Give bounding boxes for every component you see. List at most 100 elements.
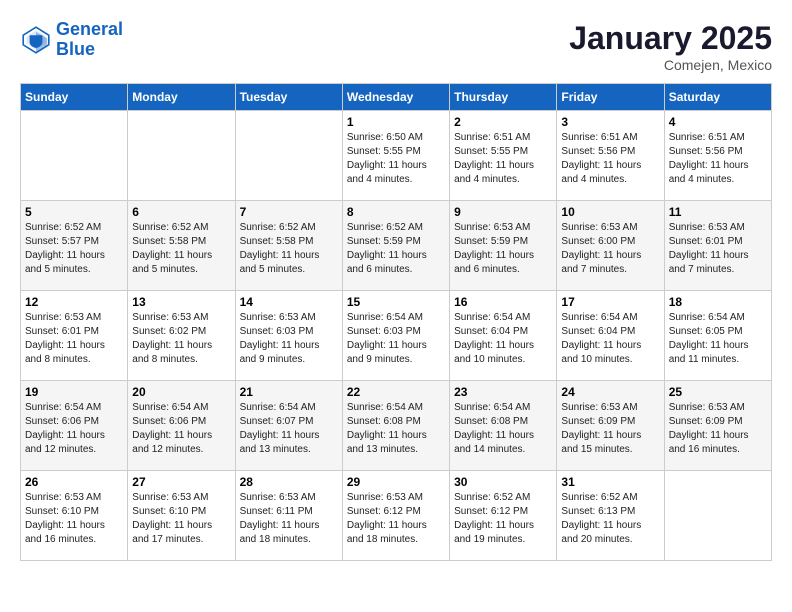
day-number: 9 [454, 205, 552, 219]
calendar-cell: 24 Sunrise: 6:53 AM Sunset: 6:09 PM Dayli… [557, 381, 664, 471]
day-info: Sunrise: 6:51 AM Sunset: 5:56 PM Dayligh… [669, 131, 767, 187]
calendar-cell: 8 Sunrise: 6:52 AM Sunset: 5:59 PM Daylig… [342, 201, 449, 291]
day-number: 13 [132, 295, 230, 309]
weekday-header-tuesday: Tuesday [235, 84, 342, 111]
day-info: Sunrise: 6:52 AM Sunset: 6:13 PM Dayligh… [561, 491, 659, 547]
day-info: Sunrise: 6:53 AM Sunset: 6:02 PM Dayligh… [132, 311, 230, 367]
calendar-cell: 21 Sunrise: 6:54 AM Sunset: 6:07 PM Dayli… [235, 381, 342, 471]
calendar-cell: 2 Sunrise: 6:51 AM Sunset: 5:55 PM Daylig… [450, 111, 557, 201]
weekday-header-wednesday: Wednesday [342, 84, 449, 111]
day-info: Sunrise: 6:51 AM Sunset: 5:56 PM Dayligh… [561, 131, 659, 187]
day-info: Sunrise: 6:54 AM Sunset: 6:03 PM Dayligh… [347, 311, 445, 367]
day-number: 27 [132, 475, 230, 489]
day-number: 18 [669, 295, 767, 309]
calendar-cell: 31 Sunrise: 6:52 AM Sunset: 6:13 PM Dayli… [557, 471, 664, 561]
day-number: 24 [561, 385, 659, 399]
calendar-cell: 18 Sunrise: 6:54 AM Sunset: 6:05 PM Dayli… [664, 291, 771, 381]
logo-text: General Blue [56, 20, 123, 60]
calendar-cell: 6 Sunrise: 6:52 AM Sunset: 5:58 PM Daylig… [128, 201, 235, 291]
calendar-cell: 5 Sunrise: 6:52 AM Sunset: 5:57 PM Daylig… [21, 201, 128, 291]
calendar-cell: 10Sunrise: 6:53 AM Sunset: 6:00 PM Dayli… [557, 201, 664, 291]
calendar-cell: 26 Sunrise: 6:53 AM Sunset: 6:10 PM Dayli… [21, 471, 128, 561]
weekday-header-thursday: Thursday [450, 84, 557, 111]
calendar-cell: 1 Sunrise: 6:50 AM Sunset: 5:55 PM Daylig… [342, 111, 449, 201]
calendar-cell: 22Sunrise: 6:54 AM Sunset: 6:08 PM Dayli… [342, 381, 449, 471]
day-info: Sunrise: 6:53 AM Sunset: 6:03 PM Dayligh… [240, 311, 338, 367]
day-number: 1 [347, 115, 445, 129]
calendar-cell: 9 Sunrise: 6:53 AM Sunset: 5:59 PM Daylig… [450, 201, 557, 291]
calendar-cell: 3 Sunrise: 6:51 AM Sunset: 5:56 PM Daylig… [557, 111, 664, 201]
calendar-cell: 4Sunrise: 6:51 AM Sunset: 5:56 PM Daylig… [664, 111, 771, 201]
day-number: 19 [25, 385, 123, 399]
week-row-3: 12 Sunrise: 6:53 AM Sunset: 6:01 PM Dayli… [21, 291, 772, 381]
calendar-cell [128, 111, 235, 201]
day-info: Sunrise: 6:51 AM Sunset: 5:55 PM Dayligh… [454, 131, 552, 187]
weekday-header-friday: Friday [557, 84, 664, 111]
day-info: Sunrise: 6:53 AM Sunset: 6:00 PM Dayligh… [561, 221, 659, 277]
day-number: 7 [240, 205, 338, 219]
calendar-cell: 14Sunrise: 6:53 AM Sunset: 6:03 PM Dayli… [235, 291, 342, 381]
weekday-header-row: SundayMondayTuesdayWednesdayThursdayFrid… [21, 84, 772, 111]
day-number: 3 [561, 115, 659, 129]
calendar-cell: 29Sunrise: 6:53 AM Sunset: 6:12 PM Dayli… [342, 471, 449, 561]
day-info: Sunrise: 6:50 AM Sunset: 5:55 PM Dayligh… [347, 131, 445, 187]
day-info: Sunrise: 6:54 AM Sunset: 6:04 PM Dayligh… [454, 311, 552, 367]
day-info: Sunrise: 6:54 AM Sunset: 6:06 PM Dayligh… [25, 401, 123, 457]
week-row-2: 5 Sunrise: 6:52 AM Sunset: 5:57 PM Daylig… [21, 201, 772, 291]
day-info: Sunrise: 6:54 AM Sunset: 6:07 PM Dayligh… [240, 401, 338, 457]
day-number: 11 [669, 205, 767, 219]
calendar-cell: 28 Sunrise: 6:53 AM Sunset: 6:11 PM Dayli… [235, 471, 342, 561]
day-info: Sunrise: 6:53 AM Sunset: 6:10 PM Dayligh… [132, 491, 230, 547]
title-block: January 2025 Comejen, Mexico [569, 20, 772, 73]
day-info: Sunrise: 6:54 AM Sunset: 6:04 PM Dayligh… [561, 311, 659, 367]
week-row-4: 19 Sunrise: 6:54 AM Sunset: 6:06 PM Dayli… [21, 381, 772, 471]
day-info: Sunrise: 6:52 AM Sunset: 5:59 PM Dayligh… [347, 221, 445, 277]
week-row-5: 26 Sunrise: 6:53 AM Sunset: 6:10 PM Dayli… [21, 471, 772, 561]
calendar-cell: 15 Sunrise: 6:54 AM Sunset: 6:03 PM Dayli… [342, 291, 449, 381]
day-info: Sunrise: 6:52 AM Sunset: 5:58 PM Dayligh… [240, 221, 338, 277]
calendar-table: SundayMondayTuesdayWednesdayThursdayFrid… [20, 83, 772, 561]
day-info: Sunrise: 6:52 AM Sunset: 5:58 PM Dayligh… [132, 221, 230, 277]
day-info: Sunrise: 6:54 AM Sunset: 6:06 PM Dayligh… [132, 401, 230, 457]
calendar-cell: 11Sunrise: 6:53 AM Sunset: 6:01 PM Dayli… [664, 201, 771, 291]
day-info: Sunrise: 6:53 AM Sunset: 6:09 PM Dayligh… [669, 401, 767, 457]
calendar-cell: 30 Sunrise: 6:52 AM Sunset: 6:12 PM Dayli… [450, 471, 557, 561]
day-number: 15 [347, 295, 445, 309]
day-info: Sunrise: 6:53 AM Sunset: 6:10 PM Dayligh… [25, 491, 123, 547]
calendar-cell: 17Sunrise: 6:54 AM Sunset: 6:04 PM Dayli… [557, 291, 664, 381]
day-number: 26 [25, 475, 123, 489]
day-number: 25 [669, 385, 767, 399]
calendar-cell: 23Sunrise: 6:54 AM Sunset: 6:08 PM Dayli… [450, 381, 557, 471]
weekday-header-sunday: Sunday [21, 84, 128, 111]
calendar-cell [664, 471, 771, 561]
day-number: 31 [561, 475, 659, 489]
day-info: Sunrise: 6:54 AM Sunset: 6:08 PM Dayligh… [347, 401, 445, 457]
day-info: Sunrise: 6:52 AM Sunset: 6:12 PM Dayligh… [454, 491, 552, 547]
day-info: Sunrise: 6:53 AM Sunset: 6:09 PM Dayligh… [561, 401, 659, 457]
calendar-cell: 13 Sunrise: 6:53 AM Sunset: 6:02 PM Dayli… [128, 291, 235, 381]
calendar-cell: 20Sunrise: 6:54 AM Sunset: 6:06 PM Dayli… [128, 381, 235, 471]
day-number: 21 [240, 385, 338, 399]
month-title: January 2025 [569, 20, 772, 57]
day-number: 30 [454, 475, 552, 489]
day-info: Sunrise: 6:53 AM Sunset: 6:11 PM Dayligh… [240, 491, 338, 547]
day-info: Sunrise: 6:53 AM Sunset: 5:59 PM Dayligh… [454, 221, 552, 277]
calendar-cell [235, 111, 342, 201]
day-number: 16 [454, 295, 552, 309]
calendar-cell: 7 Sunrise: 6:52 AM Sunset: 5:58 PM Daylig… [235, 201, 342, 291]
calendar-cell [21, 111, 128, 201]
location: Comejen, Mexico [569, 57, 772, 73]
day-number: 2 [454, 115, 552, 129]
weekday-header-monday: Monday [128, 84, 235, 111]
day-info: Sunrise: 6:52 AM Sunset: 5:57 PM Dayligh… [25, 221, 123, 277]
day-number: 23 [454, 385, 552, 399]
day-number: 28 [240, 475, 338, 489]
day-info: Sunrise: 6:54 AM Sunset: 6:05 PM Dayligh… [669, 311, 767, 367]
day-number: 6 [132, 205, 230, 219]
day-number: 8 [347, 205, 445, 219]
day-number: 5 [25, 205, 123, 219]
day-number: 12 [25, 295, 123, 309]
calendar-cell: 27 Sunrise: 6:53 AM Sunset: 6:10 PM Dayli… [128, 471, 235, 561]
weekday-header-saturday: Saturday [664, 84, 771, 111]
day-info: Sunrise: 6:53 AM Sunset: 6:01 PM Dayligh… [25, 311, 123, 367]
